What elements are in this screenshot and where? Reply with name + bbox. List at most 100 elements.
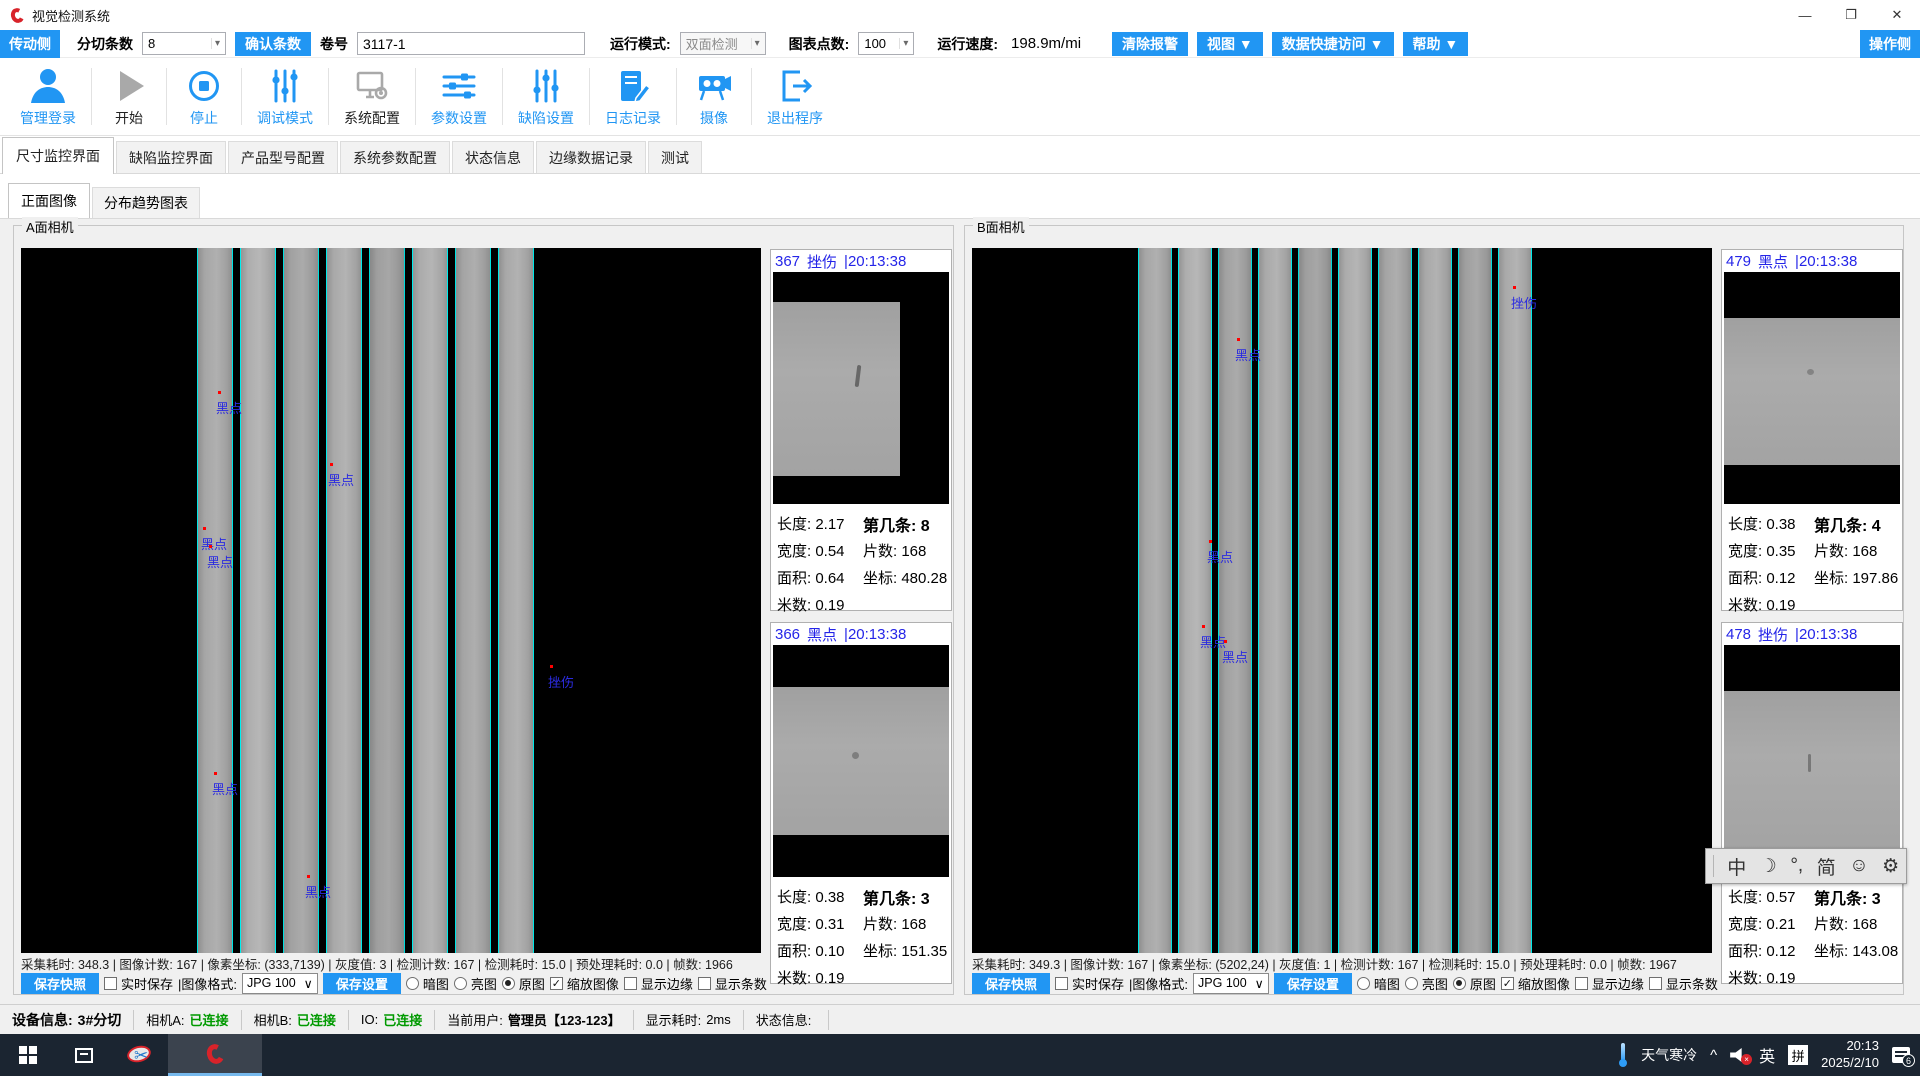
snapshot-button[interactable]: 保存快照 [972, 973, 1050, 994]
tool-system-config[interactable]: 系统配置 [330, 58, 414, 135]
status-label: 状态信息: [756, 1010, 812, 1029]
radio-icon [454, 977, 467, 990]
toolbar-divider [241, 68, 242, 125]
image-format-dropdown[interactable]: JPG 100∨ [242, 973, 318, 994]
close-button[interactable]: ✕ [1874, 0, 1920, 30]
clock[interactable]: 20:13 2025/2/10 [1821, 1038, 1879, 1072]
tool-play[interactable]: 开始 [93, 58, 165, 135]
tab-sub-1[interactable]: 分布趋势图表 [92, 187, 200, 218]
tool-camera[interactable]: 摄像 [678, 58, 750, 135]
defect-field: 坐标: 151.35 [863, 940, 949, 961]
defect-thumbnail[interactable] [773, 645, 949, 877]
defect-card[interactable]: 366黑点|20:13:38长度: 0.38第几条: 3宽度: 0.31片数: … [770, 622, 952, 984]
checkbox-缩放图像[interactable]: ✓缩放图像 [1501, 974, 1570, 993]
defect-card[interactable]: 478挫伤|20:13:38长度: 0.57第几条: 3宽度: 0.21片数: … [1721, 622, 1903, 984]
start-button[interactable] [0, 1034, 56, 1076]
help-menu-button[interactable]: 帮助 ▼ [1403, 32, 1469, 56]
image-format-dropdown[interactable]: JPG 100∨ [1193, 973, 1269, 994]
tool-user[interactable]: 管理登录 [6, 58, 90, 135]
camera-a-panel: A面相机 黑点黑点黑点黑点挫伤黑点黑点367挫伤|20:13:38长度: 2.1… [13, 225, 954, 995]
checkbox-显示条数[interactable]: 显示条数 [698, 974, 767, 993]
ime-punctuation-icon[interactable]: °, [1790, 855, 1803, 877]
ime-emoji-icon[interactable]: ☺ [1849, 855, 1868, 877]
defect-field: 坐标: 197.86 [1814, 567, 1900, 588]
task-view-button[interactable] [56, 1034, 112, 1076]
input-language-indicator[interactable]: 英 [1759, 1043, 1775, 1067]
minimize-button[interactable]: — [1782, 0, 1828, 30]
tab-main-1[interactable]: 缺陷监控界面 [116, 141, 226, 174]
realtime-save-checkbox[interactable]: 实时保存 [1055, 974, 1124, 993]
radio-label: 亮图 [1422, 974, 1448, 993]
slit-count-dropdown[interactable]: 8▾ [142, 32, 226, 55]
tab-main-4[interactable]: 状态信息 [452, 141, 534, 174]
tool-defect-sliders[interactable]: 缺陷设置 [504, 58, 588, 135]
radio-亮图[interactable]: 亮图 [1405, 974, 1448, 993]
tab-main-2[interactable]: 产品型号配置 [228, 141, 338, 174]
thermometer-icon[interactable] [1618, 1043, 1628, 1067]
tool-log[interactable]: 日志记录 [591, 58, 675, 135]
defect-card[interactable]: 367挫伤|20:13:38长度: 2.17第几条: 8宽度: 0.54片数: … [770, 249, 952, 611]
tab-sub-0[interactable]: 正面图像 [8, 183, 90, 218]
defect-field: 第几条: 3 [863, 885, 949, 909]
realtime-save-checkbox[interactable]: 实时保存 [104, 974, 173, 993]
data-quick-access-button[interactable]: 数据快捷访问 ▼ [1272, 32, 1394, 56]
tool-debug-sliders[interactable]: 调试模式 [243, 58, 327, 135]
roll-number-input[interactable] [357, 32, 585, 55]
operator-side-button[interactable]: 操作侧 [1860, 30, 1920, 58]
confirm-count-button[interactable]: 确认条数 [235, 32, 311, 56]
defect-annotation: 挫伤 [548, 672, 574, 691]
radio-暗图[interactable]: 暗图 [406, 974, 449, 993]
checkbox-显示边缘[interactable]: 显示边缘 [624, 974, 693, 993]
chart-points-dropdown[interactable]: 100▾ [858, 32, 914, 55]
defect-time: |20:13:38 [1795, 253, 1857, 270]
tab-main-5[interactable]: 边缘数据记录 [536, 141, 646, 174]
radio-原图[interactable]: 原图 [502, 974, 545, 993]
defect-annotation: 黑点 [1222, 647, 1248, 666]
image-format-label: |图像格式: [178, 974, 237, 993]
tab-main-0[interactable]: 尺寸监控界面 [2, 137, 114, 174]
radio-暗图[interactable]: 暗图 [1357, 974, 1400, 993]
ime-settings-icon[interactable]: ⚙ [1882, 855, 1899, 878]
ime-mode-icon[interactable]: 拼 [1788, 1045, 1808, 1065]
tool-params-sliders[interactable]: 参数设置 [417, 58, 501, 135]
save-settings-button[interactable]: 保存设置 [323, 973, 401, 994]
snipping-tool-icon: ✂ [127, 1044, 153, 1066]
defect-id: 479 [1726, 253, 1751, 270]
snipping-app-button[interactable]: ✂ [112, 1034, 168, 1076]
checkbox-icon [1649, 977, 1662, 990]
notification-center-icon[interactable]: 6 [1892, 1047, 1910, 1063]
status-label: IO: [361, 1012, 378, 1027]
ime-simplified-icon[interactable]: 简 [1817, 853, 1836, 880]
active-app-button[interactable] [168, 1034, 262, 1076]
speaker-muted-icon[interactable]: × [1730, 1048, 1746, 1062]
defect-mark-dot [550, 665, 553, 668]
radio-亮图[interactable]: 亮图 [454, 974, 497, 993]
run-mode-dropdown[interactable]: 双面检测▾ [680, 32, 766, 55]
tool-stop[interactable]: 停止 [168, 58, 240, 135]
checkbox-缩放图像[interactable]: ✓缩放图像 [550, 974, 619, 993]
clear-alarm-button[interactable]: 清除报警 [1112, 32, 1188, 56]
drive-side-button[interactable]: 传动侧 [0, 30, 60, 58]
defect-mark-dot [1209, 540, 1212, 543]
ime-chinese-mode[interactable]: 中 [1727, 853, 1746, 880]
weather-text[interactable]: 天气寒冷 [1641, 1045, 1697, 1065]
tab-main-3[interactable]: 系统参数配置 [340, 141, 450, 174]
defect-thumbnail[interactable] [1724, 645, 1900, 877]
toolbar-divider [415, 68, 416, 125]
ime-moon-icon[interactable]: ☽ [1760, 855, 1777, 878]
tool-exit[interactable]: 退出程序 [753, 58, 837, 135]
radio-原图[interactable]: 原图 [1453, 974, 1496, 993]
defect-thumbnail[interactable] [1724, 272, 1900, 504]
defect-field: 片数: 168 [863, 913, 949, 934]
defect-thumbnail[interactable] [773, 272, 949, 504]
save-settings-button[interactable]: 保存设置 [1274, 973, 1352, 994]
snapshot-button[interactable]: 保存快照 [21, 973, 99, 994]
restore-button[interactable]: ❐ [1828, 0, 1874, 30]
tray-expand-icon[interactable]: ^ [1710, 1047, 1717, 1064]
view-menu-button[interactable]: 视图 ▼ [1197, 32, 1263, 56]
tab-main-6[interactable]: 测试 [648, 141, 702, 174]
checkbox-显示边缘[interactable]: 显示边缘 [1575, 974, 1644, 993]
checkbox-显示条数[interactable]: 显示条数 [1649, 974, 1718, 993]
defect-card[interactable]: 479黑点|20:13:38长度: 0.38第几条: 4宽度: 0.35片数: … [1721, 249, 1903, 611]
defect-sliders-icon [526, 66, 566, 106]
